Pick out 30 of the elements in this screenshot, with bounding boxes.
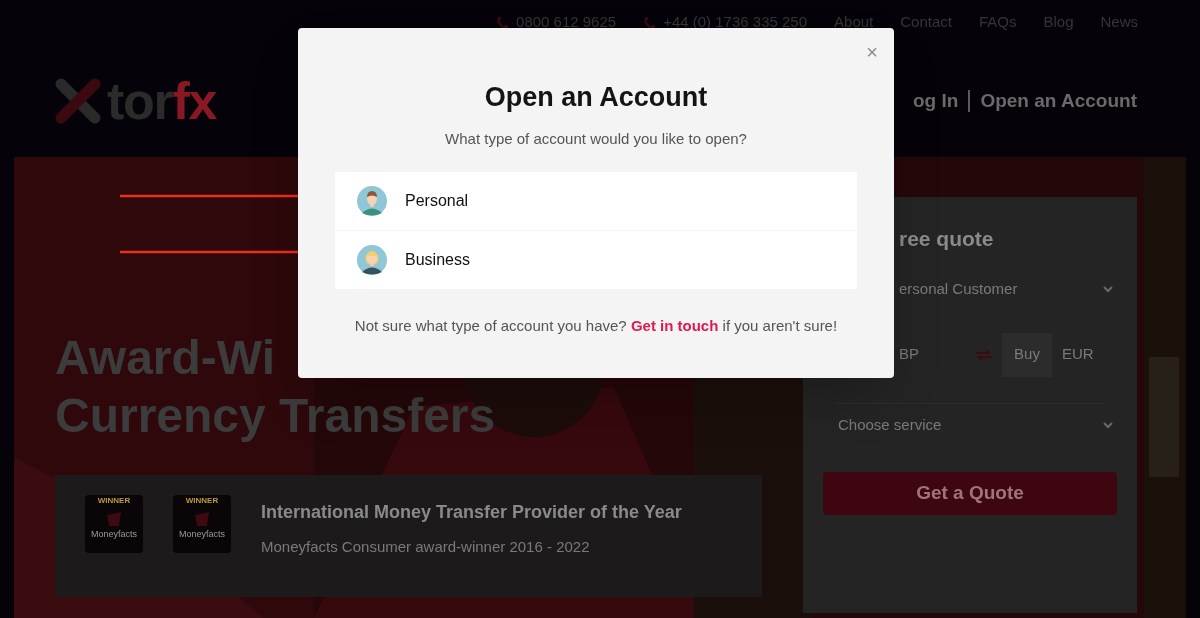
buy-currency[interactable]: EUR [1062, 343, 1094, 366]
chevron-down-icon [1103, 422, 1113, 429]
user-avatar-icon [357, 186, 387, 216]
sell-currency[interactable]: BP [899, 343, 959, 366]
customer-type-select[interactable]: ersonal Customer [899, 272, 1113, 307]
login-link[interactable]: og In [913, 86, 959, 116]
badge-name: Moneyfacts [91, 530, 137, 539]
close-button[interactable]: × [866, 42, 878, 62]
badge-name: Moneyfacts [179, 530, 225, 539]
open-account-link[interactable]: Open an Account [980, 86, 1137, 116]
award-subtitle: Moneyfacts Consumer award-winner 2016 - 2022 [261, 537, 591, 557]
get-quote-button[interactable]: Get a Quote [823, 471, 1117, 515]
buy-label: Buy [1002, 332, 1052, 377]
account-type-option[interactable]: Personal [335, 172, 857, 230]
quote-title: ree quote [899, 226, 995, 252]
chevron-down-icon [1103, 286, 1113, 293]
account-type-option[interactable]: Business [335, 231, 857, 289]
phone-icon [496, 15, 509, 30]
user-avatar-icon [357, 245, 387, 275]
badge-label: WINNER [185, 497, 219, 505]
help-text: Not sure what type of account you have? Get in touch if you aren't sure! [354, 316, 838, 336]
logo-mark-icon [55, 78, 101, 124]
phone-icon [643, 15, 656, 30]
modal-subtitle: What type of account would you like to open? [445, 128, 747, 149]
get-in-touch-link[interactable]: Get in touch [630, 317, 719, 334]
award-title: International Money Transfer Provider of the Year [261, 501, 682, 524]
service-select[interactable]: Choose service [838, 411, 1113, 440]
badge-label: WINNER [97, 497, 131, 505]
swap-arrows-icon[interactable] [976, 349, 992, 360]
modal-title: Open an Account [484, 81, 708, 114]
